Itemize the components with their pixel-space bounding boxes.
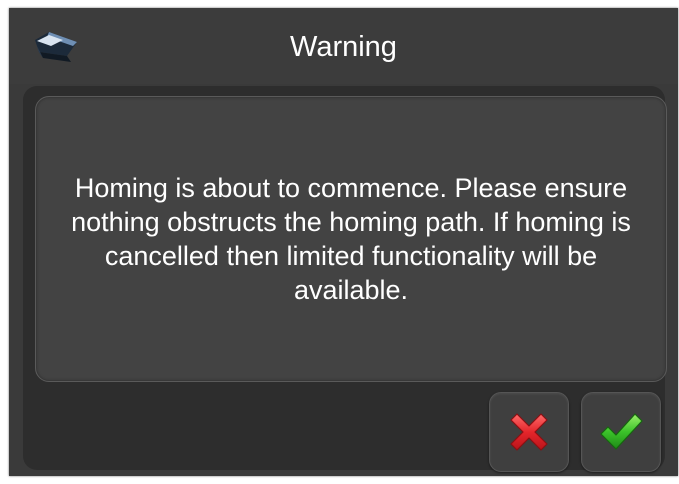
confirm-button[interactable]	[581, 392, 661, 472]
message-panel: Homing is about to commence. Please ensu…	[35, 96, 667, 382]
warning-message: Homing is about to commence. Please ensu…	[71, 173, 631, 305]
dialog-title: Warning	[290, 31, 397, 63]
cancel-x-icon	[510, 413, 548, 451]
dialog-titlebar: Warning	[9, 8, 678, 84]
cancel-button[interactable]	[489, 392, 569, 472]
warning-dialog: Warning Homing is about to commence. Ple…	[9, 8, 678, 476]
confirm-check-icon	[600, 413, 643, 450]
